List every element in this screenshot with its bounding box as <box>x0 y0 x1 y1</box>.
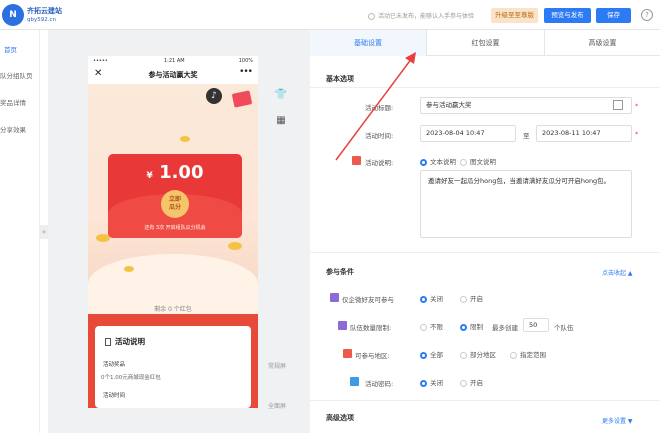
arrow-line <box>335 57 413 161</box>
arrow-head <box>405 52 416 64</box>
annotation-arrow <box>335 52 416 161</box>
